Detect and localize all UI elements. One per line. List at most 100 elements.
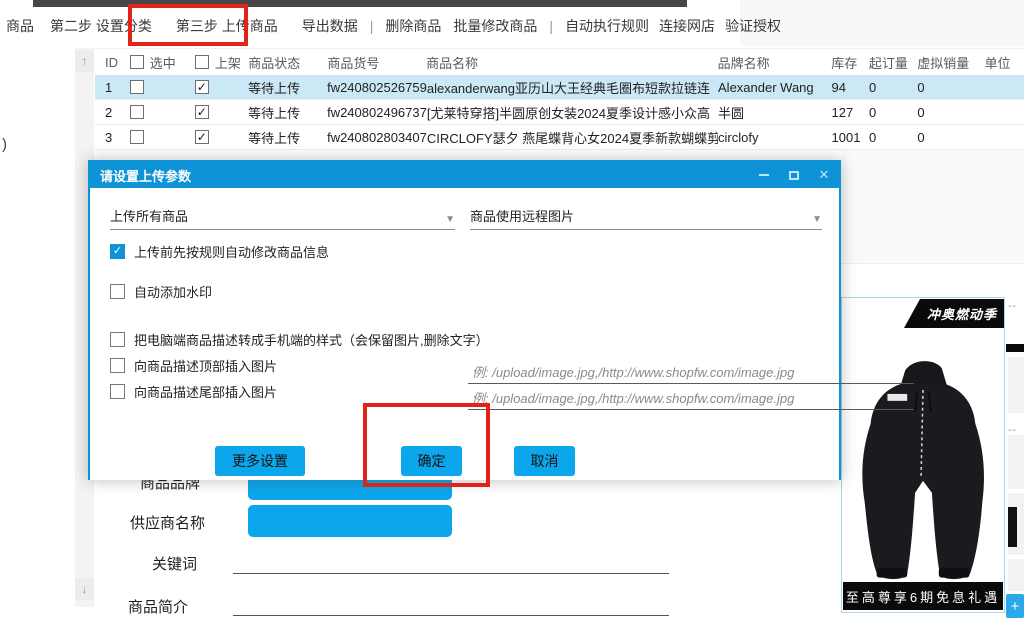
bottom-image-url-input[interactable]: 例: /upload/image.jpg,/http://www.shopfw.…	[468, 388, 914, 410]
more-settings-button[interactable]: 更多设置	[215, 446, 305, 476]
upload-scope-value: 上传所有商品	[110, 206, 188, 225]
scroll-up-icon[interactable]: ↑	[75, 50, 94, 72]
cell-name: alexanderwang亚历山大王经典毛圈布短款拉链连	[427, 78, 718, 97]
table-header-row: ID ✓ 选中 ✓ 上架 商品状态 商品货号 商品名称 品牌名称 库存 起订量 …	[95, 48, 1024, 75]
list-all-checkbox[interactable]: ✓	[195, 55, 209, 69]
header-min-order[interactable]: 起订量	[869, 53, 917, 72]
toolbar-item-step3-upload[interactable]: 第三步 上传商品	[176, 16, 278, 36]
insert-top-image-checkbox[interactable]: ✓	[110, 358, 125, 373]
cell-id: 1	[95, 80, 130, 95]
keywords-input[interactable]	[233, 554, 669, 574]
toolbar-item-verify-auth[interactable]: 验证授权	[725, 16, 781, 36]
toolbar-item-batch-edit[interactable]: 批量修改商品	[453, 16, 537, 36]
dialog-title: 请设置上传参数	[100, 166, 191, 185]
cell-virtual-sales: 0	[917, 105, 984, 120]
minimize-button[interactable]	[749, 162, 779, 188]
row-select-checkbox[interactable]: ✓	[130, 80, 144, 94]
add-image-button[interactable]: +	[1006, 594, 1024, 618]
select-all-checkbox[interactable]: ✓	[130, 55, 144, 69]
form-label-keywords: 关键词	[152, 553, 197, 574]
toolbar-item-delete-products[interactable]: 删除商品	[385, 16, 441, 36]
toolbar: 商品 第二步 设置分类 第三步 上传商品 导出数据 | 删除商品 批量修改商品 …	[0, 7, 740, 45]
cell-sku: fw240802526759	[327, 80, 427, 95]
cell-min-order: 0	[869, 130, 917, 145]
toolbar-item-products[interactable]: 商品	[6, 16, 34, 36]
dialog-body: 上传所有商品 ▼ 商品使用远程图片 ▼ ✓ 上传前先按规则自动修改商品信息 ✓ …	[90, 188, 839, 480]
ok-button[interactable]: 确定	[401, 446, 462, 476]
thumbnail-rail: -- -- +	[1006, 297, 1024, 618]
checkbox-row-insert-top-image: ✓ 向商品描述顶部插入图片 例: /upload/image.jpg,/http…	[110, 356, 286, 375]
upload-scope-dropdown[interactable]: 上传所有商品 ▼	[110, 206, 455, 230]
product-preview-panel: 冲奥燃动季 至高尊享6期免息礼遇	[841, 297, 1005, 613]
table-row[interactable]: 3 ✓ ✓ 等待上传 fw240802803407 CIRCLOFY瑟夕 燕尾蝶…	[95, 125, 1024, 150]
header-virtual-sales[interactable]: 虚拟销量	[917, 53, 984, 72]
header-id[interactable]: ID	[95, 55, 130, 70]
watermark-label: 自动添加水印	[134, 282, 212, 301]
table-row[interactable]: 1 ✓ ✓ 等待上传 fw240802526759 alexanderwang亚…	[95, 75, 1024, 100]
rail-thumbnail-image	[1008, 507, 1017, 547]
header-listed-label[interactable]: 上架	[215, 53, 241, 72]
window-controls: ✕	[749, 162, 839, 188]
scroll-down-icon[interactable]: ↓	[75, 578, 94, 600]
toolbar-item-step2-set-category[interactable]: 第二步 设置分类	[50, 16, 152, 36]
cell-virtual-sales: 0	[917, 80, 984, 95]
header-selected-label[interactable]: 选中	[150, 53, 176, 72]
insert-bottom-image-checkbox[interactable]: ✓	[110, 384, 125, 399]
row-select-checkbox[interactable]: ✓	[130, 130, 144, 144]
auto-modify-label: 上传前先按规则自动修改商品信息	[134, 242, 329, 261]
table-row[interactable]: 2 ✓ ✓ 等待上传 fw240802496737 [尤莱特穿搭]半圆原创女装2…	[95, 100, 1024, 125]
right-background-panel	[841, 150, 1024, 264]
row-listed-checkbox[interactable]: ✓	[195, 130, 209, 144]
cell-brand: circlofy	[718, 130, 832, 145]
row-select-checkbox[interactable]: ✓	[130, 105, 144, 119]
header-stock[interactable]: 库存	[831, 53, 869, 72]
header-unit[interactable]: 单位	[984, 53, 1024, 72]
dialog-titlebar[interactable]: 请设置上传参数 ✕	[90, 162, 839, 188]
intro-input[interactable]	[233, 596, 669, 616]
minimize-icon	[759, 174, 769, 176]
rail-thumbnail[interactable]	[1008, 559, 1024, 591]
cell-status: 等待上传	[248, 103, 327, 122]
row-listed-checkbox[interactable]: ✓	[195, 80, 209, 94]
toolbar-item-auto-rules[interactable]: 自动执行规则	[565, 16, 649, 36]
chevron-down-icon: ▼	[445, 214, 455, 225]
maximize-button[interactable]	[779, 162, 809, 188]
supplier-field-button[interactable]	[248, 505, 452, 537]
cell-sku: fw240802803407	[327, 130, 427, 145]
header-sku[interactable]: 商品货号	[327, 53, 426, 72]
rail-thumbnail[interactable]	[1008, 357, 1024, 413]
header-name[interactable]: 商品名称	[426, 53, 718, 72]
toolbar-item-export-data[interactable]: 导出数据	[302, 16, 358, 36]
cell-virtual-sales: 0	[917, 130, 984, 145]
rail-thumbnail[interactable]	[1006, 344, 1024, 352]
mobile-style-checkbox[interactable]: ✓	[110, 332, 125, 347]
insert-bottom-image-label: 向商品描述尾部插入图片	[134, 382, 277, 401]
header-selected: ✓ 选中	[130, 53, 195, 72]
cell-status: 等待上传	[248, 128, 327, 147]
product-table: ID ✓ 选中 ✓ 上架 商品状态 商品货号 商品名称 品牌名称 库存 起订量 …	[95, 48, 1024, 150]
cell-stock: 94	[832, 80, 870, 95]
close-button[interactable]: ✕	[809, 162, 839, 188]
watermark-checkbox[interactable]: ✓	[110, 284, 125, 299]
promo-banner-text: 冲奥燃动季	[927, 304, 997, 323]
promo-bar-text: 至高尊享6期免息礼遇	[846, 587, 1000, 606]
cell-name: [尤莱特穿搭]半圆原创女装2024夏季设计感小众高	[427, 103, 718, 122]
cell-sku: fw240802496737	[327, 105, 427, 120]
cancel-button[interactable]: 取消	[514, 446, 575, 476]
promo-bar: 至高尊享6期免息礼遇	[843, 582, 1003, 610]
toolbar-item-connect-shop[interactable]: 连接网店	[659, 16, 715, 36]
checkbox-row-mobile-style: ✓ 把电脑端商品描述转成手机端的样式（会保留图片,删除文字）	[110, 330, 489, 349]
image-mode-dropdown[interactable]: 商品使用远程图片 ▼	[470, 206, 822, 230]
checkbox-row-auto-modify: ✓ 上传前先按规则自动修改商品信息	[110, 242, 329, 261]
header-brand[interactable]: 品牌名称	[718, 53, 832, 72]
row-listed-checkbox[interactable]: ✓	[195, 105, 209, 119]
form-label-supplier: 供应商名称	[130, 512, 205, 533]
top-right-panel	[740, 0, 1024, 46]
rail-thumbnail[interactable]	[1008, 493, 1024, 555]
mobile-style-label: 把电脑端商品描述转成手机端的样式（会保留图片,删除文字）	[134, 330, 489, 349]
rail-thumbnail[interactable]	[1008, 435, 1024, 489]
checkbox-row-watermark: ✓ 自动添加水印	[110, 282, 212, 301]
top-image-url-input[interactable]: 例: /upload/image.jpg,/http://www.shopfw.…	[468, 362, 914, 384]
auto-modify-checkbox[interactable]: ✓	[110, 244, 125, 259]
header-status[interactable]: 商品状态	[248, 53, 327, 72]
